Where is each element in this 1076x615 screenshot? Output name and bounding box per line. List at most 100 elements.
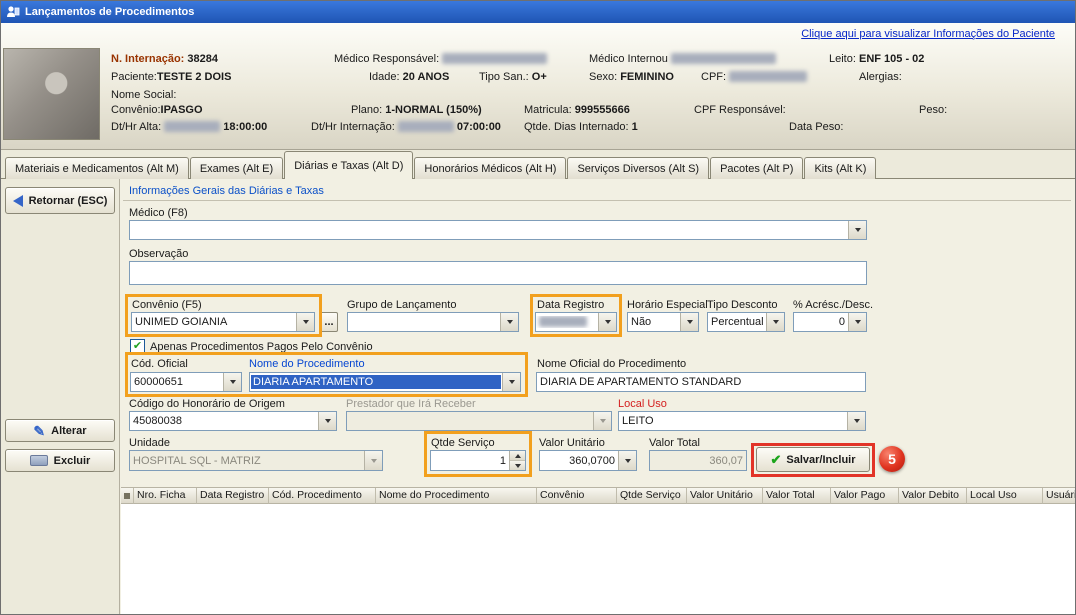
chevron-down-icon[interactable] (847, 412, 865, 430)
chevron-down-icon[interactable] (848, 221, 866, 239)
local-uso-combo[interactable]: LEITO (618, 411, 866, 431)
column-header-4[interactable]: Convênio (537, 488, 617, 504)
column-header-7[interactable]: Valor Total (763, 488, 831, 504)
back-arrow-icon (13, 195, 23, 207)
apenas-pagos-checkbox-row: ✔ Apenas Procedimentos Pagos Pelo Convên… (130, 339, 373, 354)
convenio-combo[interactable]: UNIMED GOIANIA (131, 312, 315, 332)
delete-icon (30, 455, 48, 466)
spin-down-icon[interactable] (510, 461, 525, 470)
tab-label: Kits (Alt K) (814, 163, 866, 175)
column-header-2[interactable]: Cód. Procedimento (269, 488, 376, 504)
column-header-9[interactable]: Valor Debito (899, 488, 967, 504)
data-registro-combo[interactable] (535, 312, 617, 332)
redacted-value (539, 316, 587, 327)
field-alergias: Alergias: (859, 71, 902, 83)
local-uso-label: Local Uso (618, 398, 667, 410)
row-indicator-column-header (121, 488, 134, 504)
retornar-button[interactable]: Retornar (ESC) (5, 187, 115, 214)
app-icon (6, 5, 20, 19)
tab-6[interactable]: Kits (Alt K) (804, 157, 876, 179)
cod-honorario-label: Código do Honorário de Origem (129, 398, 285, 410)
grid-body[interactable] (121, 504, 1076, 615)
column-header-8[interactable]: Valor Pago (831, 488, 899, 504)
valor-unitario-combo[interactable]: 360,0700 (539, 450, 637, 471)
tab-bar: Materiais e Medicamentos (Alt M) Exames (… (1, 151, 1076, 179)
tab-1[interactable]: Exames (Alt E) (190, 157, 283, 179)
redacted-value (671, 53, 776, 64)
alterar-button[interactable]: ✎ Alterar (5, 419, 115, 442)
nome-oficial-input[interactable]: DIARIA DE APARTAMENTO STANDARD (536, 372, 866, 392)
chevron-down-icon[interactable] (500, 313, 518, 331)
patient-photo (3, 48, 100, 140)
medico-label: Médico (F8) (129, 207, 188, 219)
spin-up-icon[interactable] (510, 451, 525, 461)
field-leito: Leito: ENF 105 - 02 (829, 53, 924, 65)
grupo-lancamento-combo[interactable] (347, 312, 519, 332)
column-header-5[interactable]: Qtde Serviço (617, 488, 687, 504)
field-plano: Plano: 1-NORMAL (150%) (351, 104, 482, 116)
valor-unitario-label: Valor Unitário (539, 437, 605, 449)
chevron-down-icon[interactable] (766, 313, 784, 331)
prestador-combo (346, 411, 612, 431)
selected-text: DIARIA APARTAMENTO (251, 375, 501, 389)
spinner-buttons (509, 451, 525, 470)
field-medico-internou: Médico Internou (589, 53, 776, 65)
column-header-10[interactable]: Local Uso (967, 488, 1043, 504)
salvar-incluir-button[interactable]: ✔ Salvar/Incluir (756, 447, 870, 472)
nome-procedimento-combo[interactable]: DIARIA APARTAMENTO (249, 372, 521, 392)
horario-especial-label: Horário Especial (627, 299, 708, 311)
medico-combo[interactable] (129, 220, 867, 240)
cod-oficial-combo[interactable]: 60000651 (130, 372, 242, 392)
tab-3[interactable]: Honorários Médicos (Alt H) (414, 157, 566, 179)
horario-especial-combo[interactable]: Não (627, 312, 699, 332)
unidade-combo: HOSPITAL SQL - MATRIZ (129, 450, 383, 471)
tab-2[interactable]: Diárias e Taxas (Alt D) (284, 151, 413, 179)
patient-info-link[interactable]: Clique aqui para visualizar Informações … (801, 28, 1055, 40)
valor-total-field: 360,07 (649, 450, 747, 471)
column-header-3[interactable]: Nome do Procedimento (376, 488, 537, 504)
field-dt-hr-internacao: Dt/Hr Internação: 07:00:00 (311, 121, 501, 133)
qtde-servico-spinner[interactable]: 1 (430, 450, 526, 471)
tab-0[interactable]: Materiais e Medicamentos (Alt M) (5, 157, 189, 179)
cod-honorario-combo[interactable]: 45080038 (129, 411, 337, 431)
section-divider (123, 200, 1071, 201)
prestador-label: Prestador que Irá Receber (346, 398, 476, 410)
observacao-input[interactable] (129, 261, 867, 285)
field-convenio: Convênio:IPASGO (111, 104, 203, 116)
redacted-value (398, 121, 454, 132)
chevron-down-icon[interactable] (318, 412, 336, 430)
tab-4[interactable]: Serviços Diversos (Alt S) (567, 157, 709, 179)
tipo-desconto-combo[interactable]: Percentual (707, 312, 785, 332)
chevron-down-icon[interactable] (598, 313, 616, 331)
tab-label: Materiais e Medicamentos (Alt M) (15, 163, 179, 175)
field-cpf-responsavel: CPF Responsável: (694, 104, 786, 116)
excluir-button[interactable]: Excluir (5, 449, 115, 472)
chevron-down-icon[interactable] (618, 451, 636, 470)
chevron-down-icon (593, 412, 611, 430)
column-header-1[interactable]: Data Registro (197, 488, 269, 504)
chevron-down-icon[interactable] (680, 313, 698, 331)
chevron-down-icon[interactable] (223, 373, 241, 391)
chevron-down-icon[interactable] (848, 313, 866, 331)
unidade-label: Unidade (129, 437, 170, 449)
tab-5[interactable]: Pacotes (Alt P) (710, 157, 803, 179)
acresc-desc-spinner[interactable]: 0 (793, 312, 867, 332)
column-header-11[interactable]: Usuári... (1043, 488, 1076, 504)
chevron-down-icon[interactable] (502, 373, 520, 391)
column-header-6[interactable]: Valor Unitário (687, 488, 763, 504)
column-header-0[interactable]: Nro. Ficha (134, 488, 197, 504)
tab-label: Honorários Médicos (Alt H) (424, 163, 556, 175)
field-medico-responsavel: Médico Responsável: (334, 53, 547, 65)
convenio-browse-button[interactable]: ... (320, 312, 338, 332)
check-icon: ✔ (133, 341, 142, 352)
redacted-value (729, 71, 807, 82)
chevron-down-icon[interactable] (296, 313, 314, 331)
patient-info-panel: Clique aqui para visualizar Informações … (1, 23, 1076, 150)
tab-label: Diárias e Taxas (Alt D) (294, 160, 403, 172)
window-title: Lançamentos de Procedimentos (25, 6, 194, 18)
field-dt-hr-alta: Dt/Hr Alta: 18:00:00 (111, 121, 267, 133)
field-paciente: Paciente:TESTE 2 DOIS (111, 71, 231, 83)
tab-label: Exames (Alt E) (200, 163, 273, 175)
grid-header-row: Nro. FichaData RegistroCód. Procedimento… (121, 487, 1076, 504)
apenas-pagos-checkbox[interactable]: ✔ (130, 339, 145, 354)
